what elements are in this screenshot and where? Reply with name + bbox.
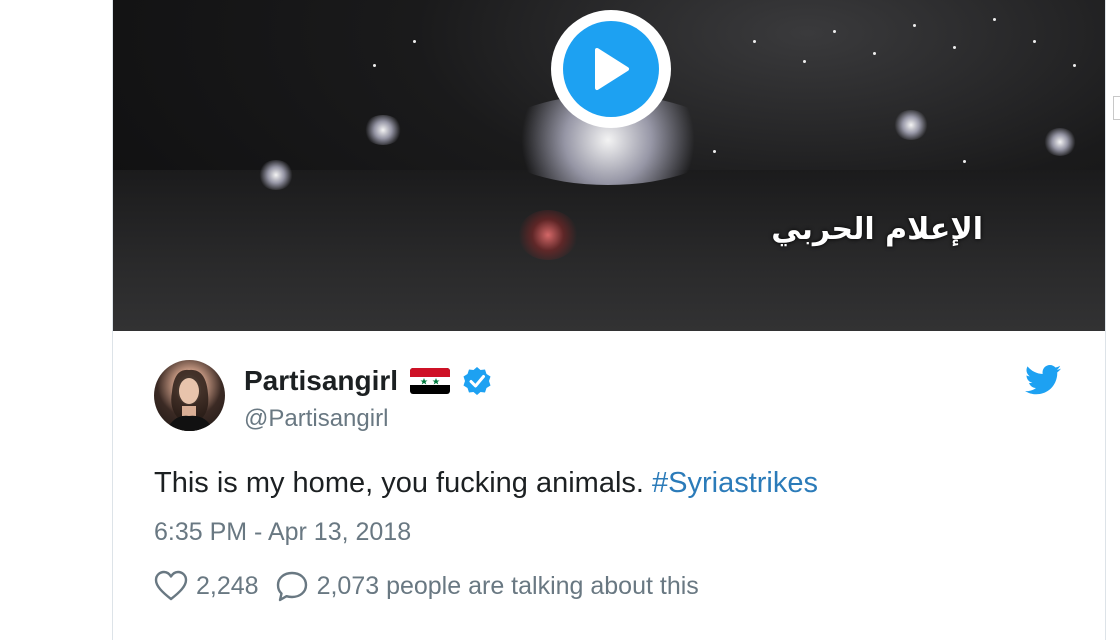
video-frame-light (258, 160, 294, 190)
video-frame-city-light (993, 18, 996, 21)
video-frame-light (893, 110, 929, 140)
tweet-embed-card: الإعلام الحربي Partisangirl @Partisangir… (112, 0, 1106, 640)
play-button[interactable] (551, 10, 671, 128)
adjacent-element-edge (1113, 96, 1120, 120)
verified-badge-icon (462, 366, 492, 396)
video-frame-city-light (1073, 64, 1076, 67)
play-icon (595, 48, 629, 90)
video-frame-city-light (373, 64, 376, 67)
video-frame-light (1043, 128, 1077, 156)
tweet-timestamp[interactable]: 6:35 PM - Apr 13, 2018 (154, 518, 411, 547)
video-overlay-caption: الإعلام الحربي (771, 212, 983, 247)
video-frame-city-light (963, 160, 966, 163)
video-frame-light (363, 115, 403, 145)
reply-conversation-button[interactable]: 2,073 people are talking about this (275, 570, 699, 602)
like-button[interactable]: 2,248 (154, 570, 259, 602)
author-row: Partisangirl (244, 365, 492, 397)
like-count: 2,248 (196, 571, 259, 600)
video-frame-city-light (913, 24, 916, 27)
video-frame-city-light (1033, 40, 1036, 43)
hashtag-link[interactable]: #Syriastrikes (652, 467, 818, 499)
video-frame-city-light (803, 60, 806, 63)
avatar-image (166, 369, 214, 431)
video-frame-city-light (873, 52, 876, 55)
heart-icon (154, 570, 188, 601)
video-frame-road (113, 170, 1105, 331)
avatar[interactable] (154, 360, 225, 431)
tweet-text: This is my home, you fucking animals. #S… (154, 467, 818, 500)
video-frame-city-light (953, 46, 956, 49)
author-handle[interactable]: @Partisangirl (244, 405, 388, 433)
tweet-text-main: This is my home, you fucking animals. (154, 467, 653, 499)
video-frame-city-light (753, 40, 756, 43)
video-frame-city-light (833, 30, 836, 33)
syria-flag-icon (410, 368, 451, 394)
play-button-circle (563, 21, 659, 117)
video-frame-red-light (518, 210, 578, 260)
tweet-body: Partisangirl @Partisangirl This is my ho… (113, 331, 1105, 631)
video-frame-city-light (413, 40, 416, 43)
conversation-count-text: 2,073 people are talking about this (316, 571, 699, 600)
twitter-bird-icon[interactable] (1025, 365, 1061, 395)
speech-bubble-icon (276, 571, 307, 602)
tweet-actions: 2,248 2,073 people are talking about thi… (154, 570, 699, 602)
author-display-name[interactable]: Partisangirl (244, 365, 398, 397)
video-frame-city-light (713, 150, 716, 153)
video-player[interactable]: الإعلام الحربي (113, 0, 1105, 331)
